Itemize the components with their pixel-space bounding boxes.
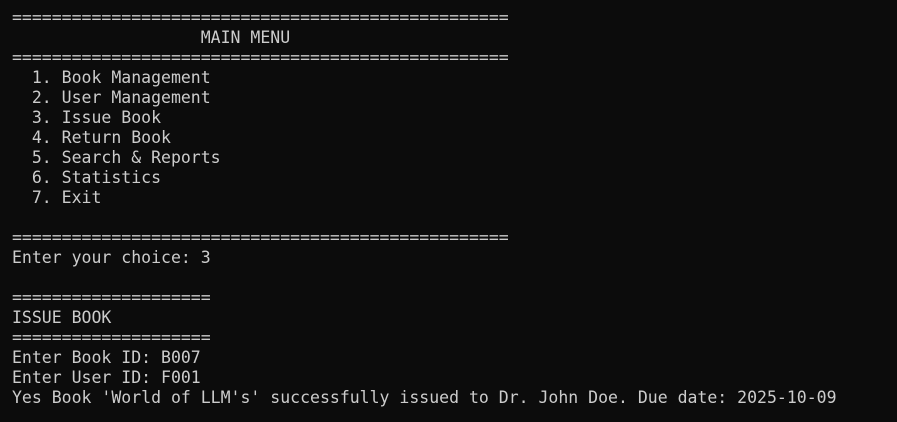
user-id-prompt: Enter User ID: F001 [12, 368, 201, 387]
separator-line: ========================================… [12, 8, 509, 27]
separator-line: ========================================… [12, 228, 509, 247]
section-title-issue-book: ISSUE BOOK [12, 308, 112, 327]
separator-line: ========================================… [12, 48, 509, 67]
menu-item-search-reports: 5. Search & Reports [12, 148, 221, 167]
terminal-window[interactable]: ==================== ====================… [0, 0, 897, 422]
separator-line-short: ==================== [12, 328, 211, 347]
menu-title: MAIN MENU [12, 28, 291, 47]
menu-item-exit: 7. Exit [12, 188, 102, 207]
menu-item-issue-book: 3. Issue Book [12, 108, 162, 127]
menu-item-statistics: 6. Statistics [12, 168, 162, 187]
menu-item-book-management: 1. Book Management [12, 68, 211, 87]
issue-success-message: Yes Book 'World of LLM's' successfully i… [12, 388, 837, 407]
menu-item-return-book: 4. Return Book [12, 128, 171, 147]
choice-prompt: Enter your choice: 3 [12, 248, 211, 267]
separator-line-short: ==================== [12, 288, 211, 307]
book-id-prompt: Enter Book ID: B007 [12, 348, 201, 367]
menu-item-user-management: 2. User Management [12, 88, 211, 107]
